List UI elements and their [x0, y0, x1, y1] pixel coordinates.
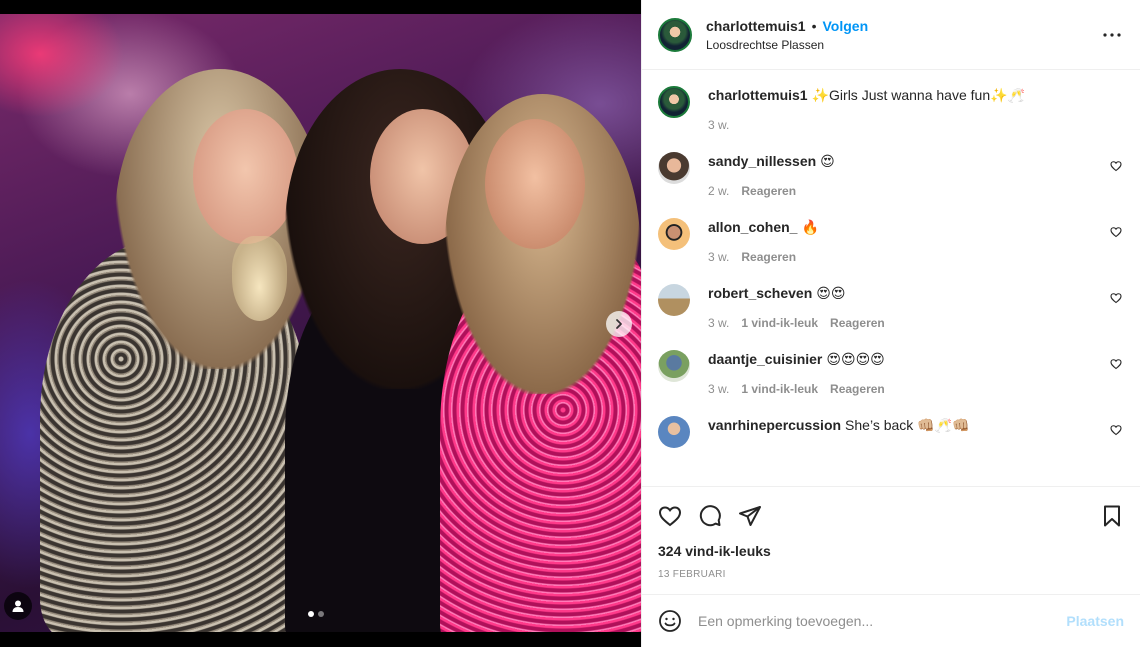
post-comment-button[interactable]: Plaatsen: [1066, 613, 1124, 629]
comment-heart-icon[interactable]: [1110, 160, 1122, 172]
comment-heart-icon[interactable]: [1110, 292, 1122, 304]
heart-icon[interactable]: [658, 504, 682, 528]
comment-username[interactable]: vanrhinepercussion: [708, 417, 841, 433]
reply-button[interactable]: Reageren: [741, 250, 796, 264]
post-header: charlottemuis1 • Volgen Loosdrechtse Pla…: [642, 0, 1140, 70]
tagged-users-button[interactable]: [4, 592, 32, 620]
comment-avatar[interactable]: [658, 416, 690, 448]
carousel-dot-active: [308, 611, 314, 617]
comment-avatar[interactable]: [658, 350, 690, 382]
separator-dot: •: [811, 17, 817, 34]
chevron-right-icon: [616, 319, 622, 329]
caption-username[interactable]: charlottemuis1: [708, 87, 808, 103]
reply-button[interactable]: Reageren: [741, 184, 796, 198]
comment-username[interactable]: daantje_cuisinier: [708, 351, 822, 367]
comment-text: 😍: [820, 153, 835, 169]
author-username[interactable]: charlottemuis1: [706, 18, 806, 34]
comment-likes[interactable]: 1 vind-ik-leuk: [741, 382, 818, 396]
more-horizontal-icon: [1103, 32, 1121, 37]
comment-username[interactable]: robert_scheven: [708, 285, 812, 301]
comment-item: vanrhinepercussion She’s back 👊🏼🥂👊🏼: [658, 416, 1124, 448]
post-side-panel: charlottemuis1 • Volgen Loosdrechtse Pla…: [641, 0, 1140, 647]
comment-item: daantje_cuisinier 😍😍😍😍 3 w. 1 vind-ik-leu…: [658, 350, 1124, 396]
carousel-dot: [318, 611, 324, 617]
reply-button[interactable]: Reageren: [830, 316, 885, 330]
caption-time[interactable]: 3 w.: [708, 118, 729, 132]
post-actions: 324 vind-ik-leuks 13 FEBRUARI: [642, 486, 1140, 594]
comment-item: robert_scheven 😍😍 3 w. 1 vind-ik-leuk Rea…: [658, 284, 1124, 330]
comment-text: She’s back 👊🏼🥂👊🏼: [845, 417, 970, 433]
comment-heart-icon[interactable]: [1110, 358, 1122, 370]
post-photo: [0, 14, 641, 632]
comment-time[interactable]: 3 w.: [708, 250, 729, 264]
comment-text: 🔥: [801, 219, 819, 235]
author-avatar[interactable]: [658, 17, 692, 52]
caption-avatar[interactable]: [658, 86, 690, 118]
bookmark-icon[interactable]: [1100, 504, 1124, 528]
carousel-indicator: [308, 611, 324, 617]
reply-button[interactable]: Reageren: [830, 382, 885, 396]
comment-time[interactable]: 2 w.: [708, 184, 729, 198]
post-photo-area: [0, 0, 641, 647]
comment-text: 😍😍: [816, 285, 846, 301]
caption: charlottemuis1 ✨Girls Just wanna have fun…: [658, 86, 1124, 132]
user-tag-icon: [12, 600, 24, 612]
post-location[interactable]: Loosdrechtse Plassen: [706, 38, 1100, 52]
post-date[interactable]: 13 FEBRUARI: [658, 569, 1124, 580]
comment-time[interactable]: 3 w.: [708, 382, 729, 396]
caption-text: ✨Girls Just wanna have fun✨🥂: [811, 87, 1025, 103]
comment-username[interactable]: allon_cohen_: [708, 219, 797, 235]
comment-avatar[interactable]: [658, 218, 690, 250]
comment-text: 😍😍😍😍: [826, 351, 885, 367]
add-comment-bar: Plaatsen: [642, 594, 1140, 647]
comment-item: sandy_nillessen 😍 2 w. Reageren: [658, 152, 1124, 198]
comments-list[interactable]: charlottemuis1 ✨Girls Just wanna have fun…: [642, 70, 1140, 486]
comment-avatar[interactable]: [658, 152, 690, 184]
comment-username[interactable]: sandy_nillessen: [708, 153, 816, 169]
comment-heart-icon[interactable]: [1110, 226, 1122, 238]
share-icon[interactable]: [738, 504, 762, 528]
likes-count[interactable]: 324 vind-ik-leuks: [658, 543, 1124, 559]
carousel-next-button[interactable]: [606, 311, 632, 337]
comment-time[interactable]: 3 w.: [708, 316, 729, 330]
comment-icon[interactable]: [698, 504, 722, 528]
comment-heart-icon[interactable]: [1110, 424, 1122, 436]
emoji-icon[interactable]: [658, 609, 682, 633]
comment-item: allon_cohen_ 🔥 3 w. Reageren: [658, 218, 1124, 264]
comment-input[interactable]: [698, 613, 1067, 629]
follow-button[interactable]: Volgen: [823, 18, 869, 34]
comment-likes[interactable]: 1 vind-ik-leuk: [741, 316, 818, 330]
comment-avatar[interactable]: [658, 284, 690, 316]
more-options-button[interactable]: [1100, 23, 1124, 47]
post-modal: charlottemuis1 • Volgen Loosdrechtse Pla…: [0, 0, 1140, 647]
